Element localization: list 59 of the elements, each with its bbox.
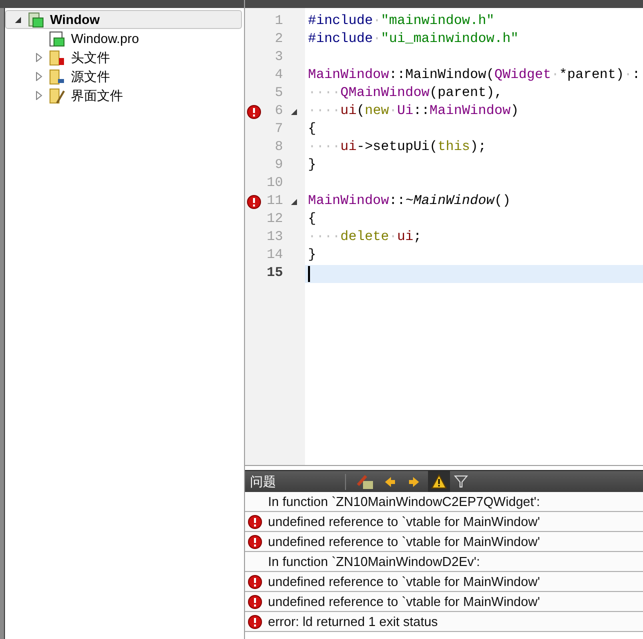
tree-item[interactable]: Window <box>5 10 242 29</box>
line-number: 11 <box>266 192 283 211</box>
line-number: 6 <box>274 102 283 121</box>
line-number: 12 <box>266 210 283 229</box>
warning-icon <box>431 474 447 489</box>
issues-title: 问题 <box>249 472 277 491</box>
code-line: ····delete·ui; <box>308 228 422 247</box>
expanded-arrow-icon[interactable] <box>14 16 22 24</box>
filter-icon[interactable] <box>454 474 470 488</box>
code-line: ····ui(new·Ui::MainWindow) <box>308 102 519 121</box>
line-number: 3 <box>274 48 283 67</box>
collapsed-arrow-icon[interactable] <box>35 91 43 100</box>
error-icon <box>248 594 262 608</box>
code-line: #include·"ui_mainwindow.h" <box>308 30 519 49</box>
code-line: { <box>308 120 316 139</box>
previous-arrow-icon[interactable] <box>383 474 397 488</box>
collapsed-arrow-icon[interactable] <box>35 72 43 81</box>
error-icon <box>247 195 261 209</box>
next-arrow-icon[interactable] <box>407 474 421 488</box>
folder-icon <box>49 50 65 66</box>
code-line: #include·"mainwindow.h" <box>308 12 494 31</box>
warning-filter-button[interactable] <box>428 470 450 492</box>
project-name: Window <box>50 10 100 29</box>
line-number: 10 <box>266 174 283 193</box>
code-line: ····ui->setupUi(this); <box>308 138 486 157</box>
line-number: 14 <box>266 246 283 265</box>
code-line: { <box>308 210 316 229</box>
code-line: } <box>308 246 316 265</box>
line-number: 9 <box>274 156 283 175</box>
folder-icon <box>49 88 65 104</box>
code-line: } <box>308 156 316 175</box>
error-icon <box>247 105 261 119</box>
fold-marker-icon[interactable] <box>291 109 297 115</box>
tree-item[interactable]: Window.pro <box>71 28 139 48</box>
line-number: 13 <box>266 228 283 247</box>
code-line: MainWindow::MainWindow(QWidget·*parent)·: <box>308 66 640 85</box>
line-number: 2 <box>274 30 283 49</box>
error-icon <box>248 574 262 588</box>
error-icon <box>248 614 262 628</box>
collapsed-arrow-icon[interactable] <box>35 53 43 62</box>
error-icon <box>248 514 262 528</box>
line-number: 8 <box>274 138 283 157</box>
error-icon <box>248 534 262 548</box>
clean-build-icon[interactable] <box>356 472 374 490</box>
line-number: 5 <box>274 84 283 103</box>
folder-icon <box>49 68 65 84</box>
code-line: MainWindow::~MainWindow() <box>308 192 511 211</box>
tree-item[interactable]: 源文件 <box>71 66 110 86</box>
file-icon <box>49 30 65 46</box>
tree-item[interactable]: 头文件 <box>71 48 110 68</box>
fold-marker-icon[interactable] <box>291 199 297 205</box>
line-number: 7 <box>274 120 283 139</box>
tree-item[interactable]: 界面文件 <box>71 86 123 106</box>
text-cursor <box>308 266 310 282</box>
line-number: 4 <box>274 66 283 85</box>
line-number: 15 <box>266 264 283 283</box>
code-line: ····QMainWindow(parent), <box>308 84 502 103</box>
project-icon <box>28 12 44 28</box>
line-number: 1 <box>274 12 283 31</box>
